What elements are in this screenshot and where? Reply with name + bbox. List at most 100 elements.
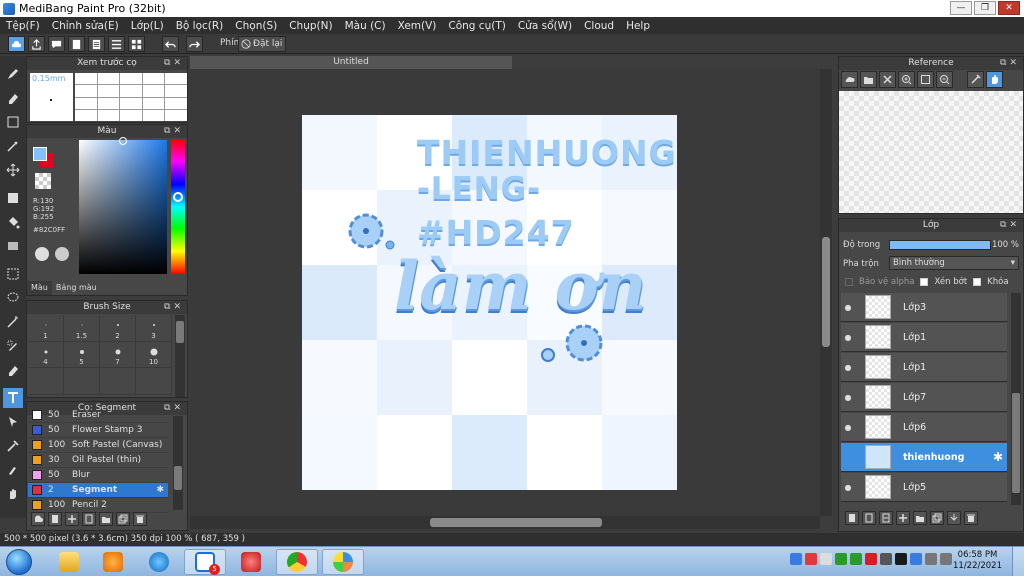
document-icon[interactable] (88, 36, 105, 52)
trash-icon[interactable] (133, 512, 147, 526)
panel-controls-icon[interactable]: ⧉✕ (164, 301, 184, 314)
layer-row[interactable]: ● Lớp3 (841, 293, 1007, 322)
tray-app-icon[interactable] (850, 553, 862, 565)
new-1bit-layer-icon[interactable] (879, 511, 893, 525)
bucket-tool-icon[interactable] (3, 212, 23, 232)
close-reference-icon[interactable] (879, 71, 896, 88)
palette-icon[interactable] (35, 247, 49, 261)
menu-filter[interactable]: Bộ lọc(R) (170, 20, 230, 32)
cloud-icon[interactable] (8, 36, 25, 52)
share-icon[interactable] (28, 36, 45, 52)
trash-icon[interactable] (964, 511, 978, 525)
undo-icon[interactable] (162, 36, 179, 52)
taskbar-internet-explorer[interactable] (138, 549, 180, 575)
move-tool-icon[interactable] (3, 160, 23, 180)
eyedropper-icon[interactable] (967, 71, 984, 88)
panel-controls-icon[interactable]: ⧉✕ (164, 125, 184, 138)
page-icon[interactable] (68, 36, 85, 52)
hue-slider[interactable] (171, 140, 185, 274)
taskbar-clock[interactable]: 06:58 PM 11/22/2021 (953, 550, 1002, 572)
operation-tool-icon[interactable] (3, 412, 23, 432)
brush-item[interactable]: 50 Eraser (28, 408, 168, 423)
panel-controls-icon[interactable]: ⧉✕ (1000, 219, 1020, 232)
reset-button[interactable]: Đặt lại (238, 36, 286, 52)
saturation-value-picker[interactable] (79, 137, 167, 274)
zoom-out-icon[interactable] (936, 71, 953, 88)
brush-item[interactable]: 30 Oil Pastel (thin) (28, 453, 168, 468)
tray-app-icon[interactable] (820, 553, 832, 565)
brush-size-cell[interactable]: 3 (136, 315, 172, 342)
layer-row-selected[interactable]: thienhuong ✱ (841, 443, 1007, 472)
document-tab[interactable]: Untitled (190, 56, 512, 69)
smudge-tool-icon[interactable] (3, 460, 23, 480)
taskbar-chrome[interactable] (276, 549, 318, 575)
hand-tool-icon[interactable] (3, 484, 23, 504)
pen-tool-icon[interactable] (3, 136, 23, 156)
layer-row[interactable]: ● Lớp1 (841, 323, 1007, 352)
fit-icon[interactable] (917, 71, 934, 88)
tab-palette[interactable]: Bảng màu (52, 281, 101, 295)
tray-app-icon[interactable] (835, 553, 847, 565)
volume-icon[interactable] (925, 553, 937, 565)
select-tool-icon[interactable] (3, 264, 23, 284)
folder-icon[interactable] (913, 511, 927, 525)
new-8bit-layer-icon[interactable] (862, 511, 876, 525)
layer-row[interactable]: ● Lớp7 (841, 383, 1007, 412)
menu-cloud[interactable]: Cloud (578, 20, 620, 32)
clipping-checkbox[interactable] (920, 278, 929, 286)
taskbar-snipping[interactable] (230, 549, 272, 575)
magic-wand-icon[interactable] (3, 312, 23, 332)
text-tool-icon[interactable] (3, 388, 23, 408)
layer-list-scrollbar[interactable] (1011, 293, 1021, 505)
menu-window[interactable]: Cửa sổ(W) (512, 20, 578, 32)
maximize-button[interactable]: ❐ (974, 1, 996, 15)
tray-app-icon[interactable] (910, 553, 922, 565)
color-history-icon[interactable] (55, 247, 69, 261)
brush-item[interactable]: 50 Flower Stamp 3 (28, 423, 168, 438)
comment-icon[interactable] (48, 36, 65, 52)
flag-icon[interactable] (940, 553, 952, 565)
add-layer-menu-icon[interactable] (896, 511, 910, 525)
add-brush-icon[interactable] (65, 512, 79, 526)
brush-settings-icon[interactable] (82, 512, 96, 526)
visibility-icon[interactable]: ● (841, 333, 855, 342)
brush-item[interactable]: 100 Soft Pastel (Canvas) (28, 438, 168, 453)
visibility-icon[interactable]: ● (841, 483, 855, 492)
tray-app-icon[interactable] (805, 553, 817, 565)
merge-down-icon[interactable] (947, 511, 961, 525)
opacity-slider[interactable] (889, 240, 991, 250)
menu-snap[interactable]: Chụp(N) (283, 20, 338, 32)
close-button[interactable]: ✕ (998, 1, 1020, 15)
panel-controls-icon[interactable]: ⧉✕ (164, 57, 184, 70)
visibility-icon[interactable]: ● (841, 423, 855, 432)
gear-icon[interactable]: ✱ (993, 450, 1003, 464)
new-brush-icon[interactable] (48, 512, 62, 526)
menu-file[interactable]: Tệp(F) (0, 20, 46, 32)
brush-item-selected[interactable]: 2 Segment ✱ (28, 483, 168, 498)
tray-app-icon[interactable] (880, 553, 892, 565)
cloud-brush-icon[interactable] (31, 512, 45, 526)
menu-select[interactable]: Chọn(S) (229, 20, 283, 32)
dropper-tool-icon[interactable] (3, 436, 23, 456)
visibility-icon[interactable]: ● (841, 363, 855, 372)
brush-size-cell[interactable]: 4 (28, 341, 64, 369)
brush-size-cell[interactable]: 5 (64, 341, 100, 369)
select-pen-icon[interactable] (3, 336, 23, 356)
redo-icon[interactable] (186, 36, 203, 52)
brush-size-cell[interactable]: 1 (28, 315, 64, 342)
zoom-in-icon[interactable] (898, 71, 915, 88)
visibility-icon[interactable]: ● (841, 393, 855, 402)
tray-app-icon[interactable] (865, 553, 877, 565)
gradient-tool-icon[interactable] (3, 236, 23, 256)
menu-help[interactable]: Help (620, 20, 656, 32)
blend-mode-select[interactable]: Bình thường ▾ (889, 256, 1019, 270)
brush-list-scrollbar[interactable] (173, 416, 183, 510)
reference-preview[interactable] (839, 91, 1023, 213)
fill-rect-tool-icon[interactable] (3, 188, 23, 208)
brush-size-scrollbar[interactable] (175, 315, 185, 397)
cloud-open-icon[interactable] (841, 71, 858, 88)
transparent-color-swatch[interactable] (35, 173, 51, 189)
start-button[interactable] (6, 549, 32, 575)
menu-view[interactable]: Xem(V) (392, 20, 443, 32)
panel-controls-icon[interactable]: ⧉✕ (1000, 57, 1020, 70)
